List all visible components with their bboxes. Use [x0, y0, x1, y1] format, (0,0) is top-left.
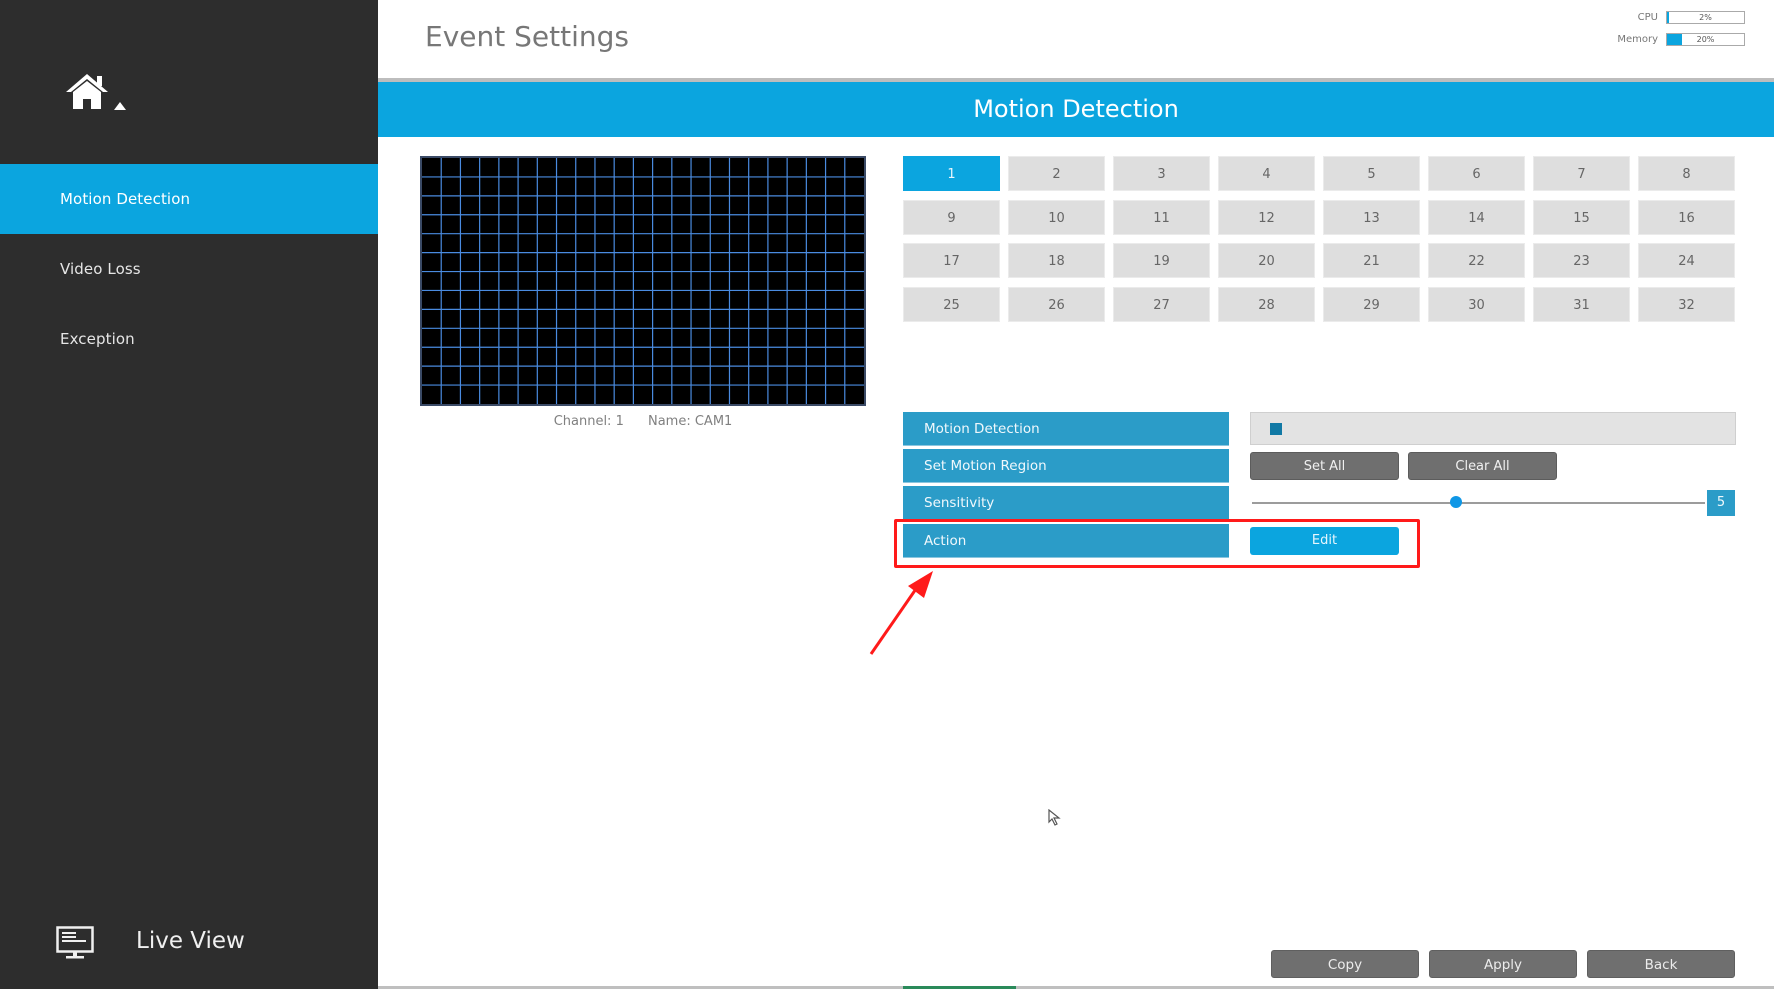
page-title: Event Settings [425, 20, 629, 53]
section-title: Motion Detection [378, 82, 1774, 137]
channel-button-20[interactable]: 20 [1218, 243, 1315, 279]
memory-label: Memory [1617, 34, 1658, 45]
channel-button-15[interactable]: 15 [1533, 199, 1630, 235]
cpu-bar: 2% [1666, 11, 1745, 24]
channel-button-29[interactable]: 29 [1323, 286, 1420, 322]
annotation-arrow-icon [869, 571, 933, 655]
channel-button-14[interactable]: 14 [1428, 199, 1525, 235]
channel-button-5[interactable]: 5 [1323, 156, 1420, 191]
channel-button-28[interactable]: 28 [1218, 286, 1315, 322]
home-button[interactable] [64, 72, 134, 120]
sidebar-item-label: Video Loss [60, 260, 141, 278]
channel-button-18[interactable]: 18 [1008, 243, 1105, 279]
motion-region-grid[interactable] [420, 156, 866, 406]
channel-button-32[interactable]: 32 [1638, 286, 1735, 322]
set-motion-region-label: Set Motion Region [903, 449, 1229, 483]
sensitivity-value: 5 [1707, 490, 1735, 516]
sidebar-item-exception[interactable]: Exception [0, 304, 378, 374]
channel-button-17[interactable]: 17 [903, 243, 1000, 279]
memory-value: 20% [1696, 35, 1715, 44]
cpu-label: CPU [1637, 12, 1658, 23]
channel-button-4[interactable]: 4 [1218, 156, 1315, 191]
copy-button[interactable]: Copy [1271, 950, 1419, 978]
live-view-button[interactable]: Live View [56, 924, 356, 964]
channel-button-19[interactable]: 19 [1113, 243, 1210, 279]
channel-button-24[interactable]: 24 [1638, 243, 1735, 279]
monitor-icon [56, 926, 94, 959]
channel-button-25[interactable]: 25 [903, 286, 1000, 322]
live-view-label: Live View [136, 928, 245, 954]
channel-button-8[interactable]: 8 [1638, 156, 1735, 191]
motion-detection-field [1250, 412, 1736, 445]
set-all-button[interactable]: Set All [1250, 452, 1399, 480]
channel-number-label: Channel: 1 [553, 414, 624, 429]
sensitivity-slider-track[interactable] [1252, 502, 1705, 504]
channel-name-label: Name: CAM1 [647, 414, 733, 429]
channel-button-1[interactable]: 1 [903, 156, 1000, 191]
channel-button-11[interactable]: 11 [1113, 199, 1210, 235]
channel-button-30[interactable]: 30 [1428, 286, 1525, 322]
memory-meter: Memory 20% [1600, 31, 1774, 51]
action-label: Action [903, 524, 1229, 558]
cpu-meter: CPU 2% [1600, 9, 1774, 29]
channel-button-21[interactable]: 21 [1323, 243, 1420, 279]
channel-button-23[interactable]: 23 [1533, 243, 1630, 279]
channel-button-9[interactable]: 9 [903, 199, 1000, 235]
grid-lines [422, 158, 864, 404]
sidebar-item-label: Motion Detection [60, 190, 191, 208]
sidebar-item-motion-detection[interactable]: Motion Detection [0, 164, 378, 234]
sensitivity-slider-thumb[interactable] [1449, 496, 1462, 508]
apply-button[interactable]: Apply [1429, 950, 1577, 978]
motion-detection-label: Motion Detection [903, 412, 1229, 446]
sensitivity-label: Sensitivity [903, 486, 1229, 520]
sidebar: Motion Detection Video Loss Exception Li… [0, 0, 378, 989]
memory-bar: 20% [1666, 33, 1745, 46]
channel-button-7[interactable]: 7 [1533, 156, 1630, 191]
channel-button-26[interactable]: 26 [1008, 286, 1105, 322]
home-icon [66, 74, 108, 109]
mouse-cursor-icon [1048, 809, 1061, 826]
channel-button-12[interactable]: 12 [1218, 199, 1315, 235]
cpu-value: 2% [1699, 13, 1712, 22]
channel-button-16[interactable]: 16 [1638, 199, 1735, 235]
channel-button-6[interactable]: 6 [1428, 156, 1525, 191]
motion-detection-checkbox[interactable] [1270, 423, 1282, 435]
caret-up-icon [114, 102, 126, 110]
channel-button-27[interactable]: 27 [1113, 286, 1210, 322]
system-meters: CPU 2% Memory 20% [1600, 9, 1774, 53]
channel-info: Channel: 1 Name: CAM1 [420, 414, 866, 429]
channel-button-22[interactable]: 22 [1428, 243, 1525, 279]
sidebar-item-label: Exception [60, 330, 135, 348]
channel-button-2[interactable]: 2 [1008, 156, 1105, 191]
channel-button-13[interactable]: 13 [1323, 199, 1420, 235]
sidebar-item-video-loss[interactable]: Video Loss [0, 234, 378, 304]
channel-button-10[interactable]: 10 [1008, 199, 1105, 235]
channel-button-3[interactable]: 3 [1113, 156, 1210, 191]
clear-all-button[interactable]: Clear All [1408, 452, 1557, 480]
action-edit-button[interactable]: Edit [1250, 527, 1399, 555]
channel-button-31[interactable]: 31 [1533, 286, 1630, 322]
back-button[interactable]: Back [1587, 950, 1735, 978]
